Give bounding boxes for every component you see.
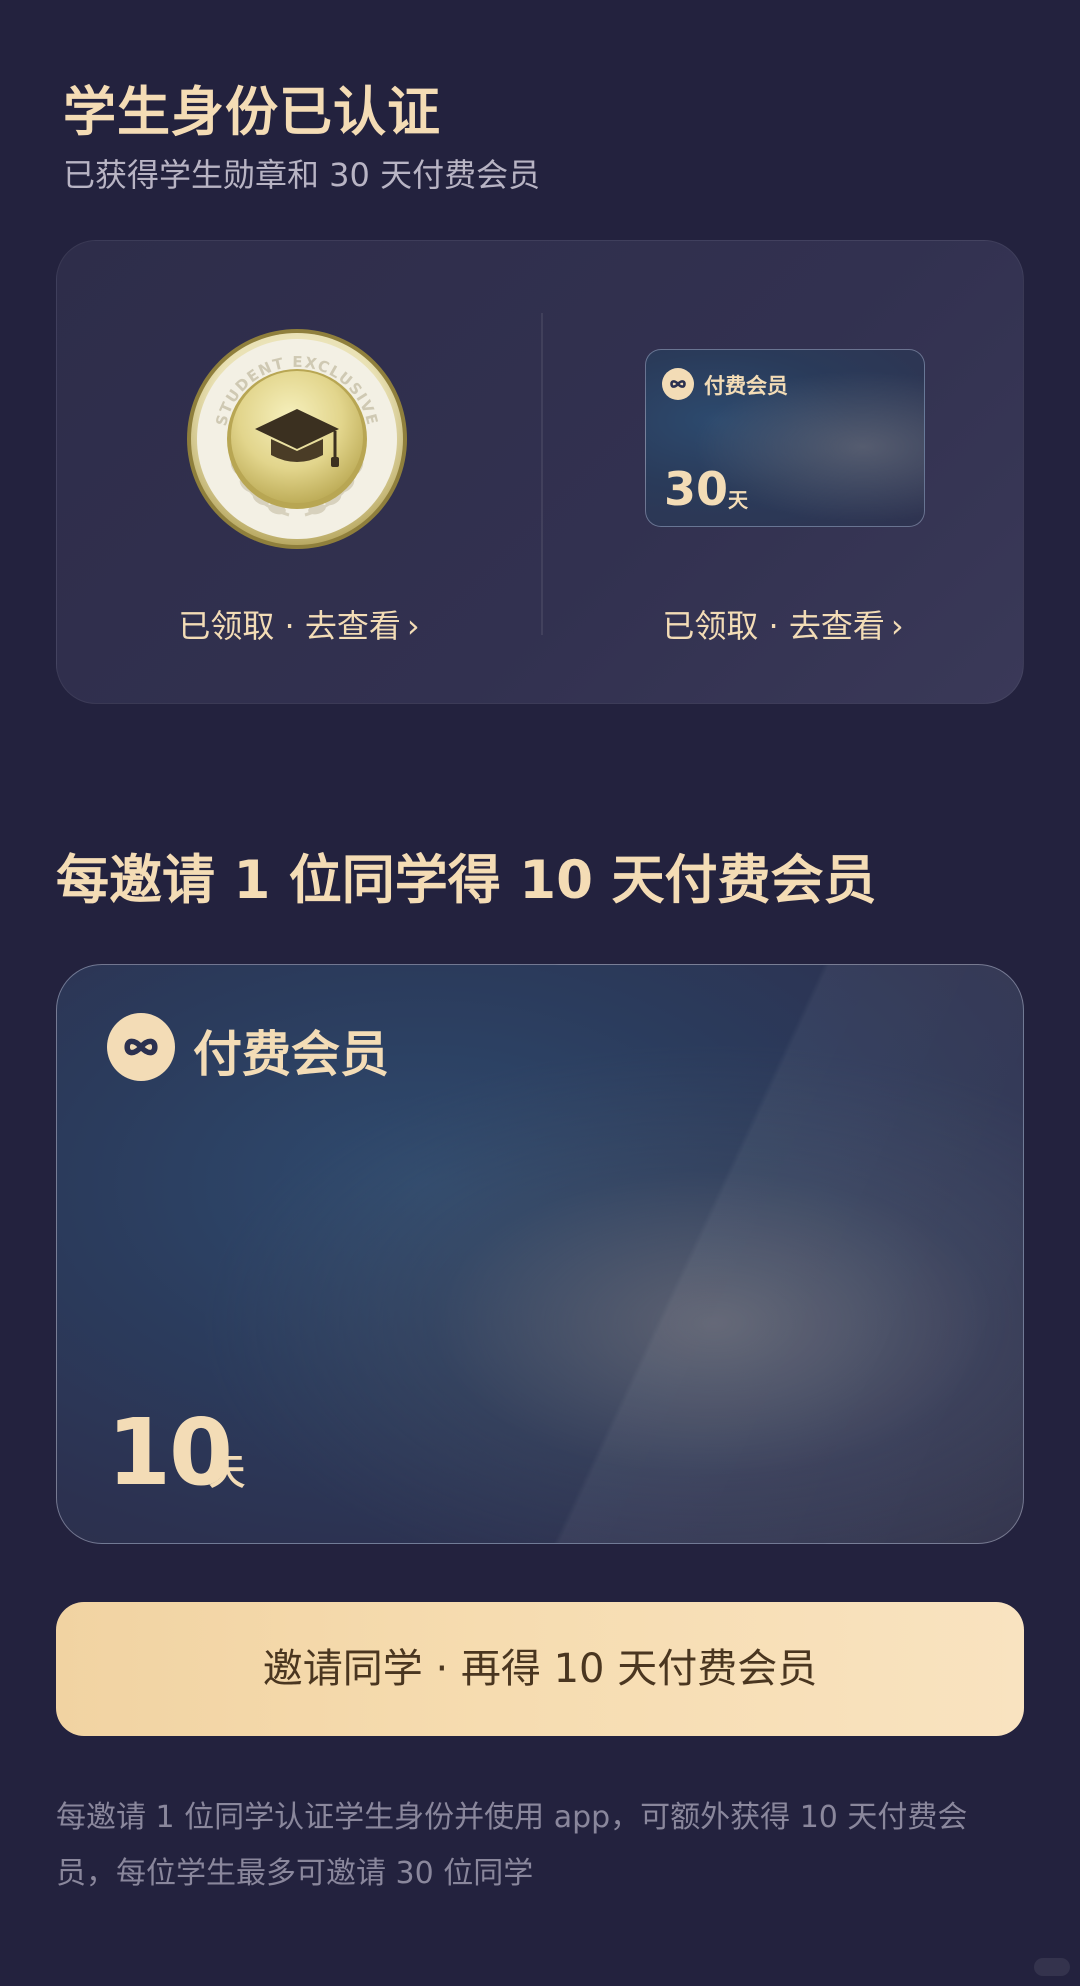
badge-reward: STUDENT EXCLUSIVE 已领取 · 去查看 ›: [57, 241, 541, 705]
vip-reward: 付费会员 30 天 已领取 · 去查看 ›: [541, 241, 1025, 705]
mini-vip-days: 30: [664, 462, 729, 516]
vip-view-link[interactable]: 已领取 · 去查看 ›: [541, 601, 1025, 647]
page-subtitle: 已获得学生勋章和 30 天付费会员: [63, 156, 541, 194]
mini-vip-unit: 天: [728, 488, 748, 512]
badge-view-label: 已领取 · 去查看: [178, 607, 401, 645]
invite-button[interactable]: 邀请同学 · 再得 10 天付费会员: [56, 1602, 1024, 1736]
badge-view-link[interactable]: 已领取 · 去查看 ›: [57, 601, 541, 647]
vip-view-label: 已领取 · 去查看: [662, 607, 885, 645]
invite-footnote: 每邀请 1 位同学认证学生身份并使用 app，可额外获得 10 天付费会员，每位…: [56, 1800, 968, 1891]
student-badge-icon: STUDENT EXCLUSIVE: [187, 329, 407, 549]
page-title: 学生身份已认证: [63, 82, 441, 143]
chevron-right-icon: ›: [890, 607, 904, 645]
rewards-card: STUDENT EXCLUSIVE 已领取 · 去查看 › 付费会员 30 天 …: [56, 240, 1024, 704]
invite-vip-card: 付费会员 10 天: [56, 964, 1024, 1544]
mini-vip-label: 付费会员: [704, 374, 788, 398]
invite-title: 每邀请 1 位同学得 10 天付费会员: [56, 850, 877, 911]
invite-vip-unit: 天: [209, 1452, 246, 1493]
invite-vip-label: 付费会员: [193, 1026, 390, 1083]
corner-watermark: [1034, 1958, 1070, 1976]
mini-vip-card: 付费会员 30 天: [645, 349, 925, 527]
infinity-icon: [662, 368, 694, 400]
chevron-right-icon: ›: [406, 607, 420, 645]
infinity-icon: [107, 1013, 175, 1081]
